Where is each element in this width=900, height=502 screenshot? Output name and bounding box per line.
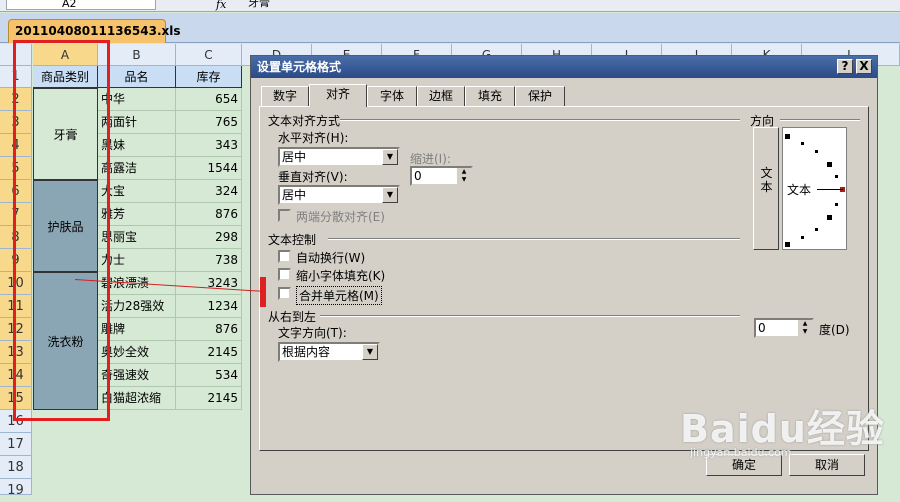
dial-marker: [827, 215, 832, 220]
item-stock-cell[interactable]: 3243: [176, 272, 242, 295]
section-text-control: 文本控制: [268, 233, 317, 247]
name-box[interactable]: A2: [6, 0, 156, 10]
dial-marker: [815, 228, 818, 231]
item-stock-cell[interactable]: 876: [176, 203, 242, 226]
tab-font[interactable]: 字体: [367, 86, 417, 106]
vertical-align-select[interactable]: 居中 ▼: [278, 185, 400, 205]
annotation-highlight-merge: [260, 277, 266, 307]
help-button[interactable]: ?: [837, 59, 853, 74]
row-header-17[interactable]: 17: [0, 433, 32, 456]
dial-marker: [801, 236, 804, 239]
workbook-tab-strip: 20110408011136543.xls: [0, 13, 900, 43]
tab-alignment[interactable]: 对齐: [309, 84, 367, 107]
merge-cells-checkbox[interactable]: [278, 287, 291, 300]
item-stock-cell[interactable]: 1234: [176, 295, 242, 318]
chevron-down-icon[interactable]: ▼: [382, 187, 398, 203]
indent-label: 缩进(I):: [410, 152, 451, 166]
item-stock-cell[interactable]: 738: [176, 249, 242, 272]
vertical-text-button[interactable]: 文本: [753, 127, 779, 250]
indent-value: 0: [414, 169, 422, 183]
cancel-button[interactable]: 取消: [789, 454, 865, 476]
watermark-brand: Baidu经验: [680, 407, 885, 451]
watermark-url: jingyan.baidu.com: [690, 446, 792, 459]
item-stock-cell[interactable]: 654: [176, 88, 242, 111]
row-header-19[interactable]: 19: [0, 479, 32, 498]
tab-fill[interactable]: 填充: [465, 86, 515, 106]
dial-needle: [817, 189, 843, 190]
section-rtl: 从右到左: [268, 310, 317, 324]
close-button[interactable]: X: [856, 59, 872, 74]
header-cell-stock[interactable]: 库存: [176, 66, 242, 88]
spinner-arrows-icon[interactable]: ▲ ▼: [457, 168, 471, 184]
item-stock-cell[interactable]: 1544: [176, 157, 242, 180]
tab-protection[interactable]: 保护: [515, 86, 565, 106]
dial-marker: [827, 162, 832, 167]
fx-icon[interactable]: fx: [216, 0, 226, 11]
item-stock-cell[interactable]: 765: [176, 111, 242, 134]
orientation-control: 文本 文本: [752, 112, 852, 262]
section-text-alignment: 文本对齐方式: [268, 114, 341, 128]
distributed-label: 两端分散对齐(E): [296, 210, 385, 224]
indent-spinner[interactable]: 0 ▲ ▼: [410, 166, 473, 186]
text-direction-value: 根据内容: [282, 345, 331, 359]
dial-marker: [815, 150, 818, 153]
spinner-arrows-icon[interactable]: ▲ ▼: [798, 320, 812, 336]
tab-number[interactable]: 数字: [261, 86, 309, 106]
text-direction-label: 文字方向(T):: [278, 326, 347, 340]
horizontal-align-value: 居中: [282, 150, 307, 164]
divider: [340, 119, 740, 121]
vertical-align-value: 居中: [282, 188, 307, 202]
item-stock-cell[interactable]: 2145: [176, 341, 242, 364]
chevron-down-icon[interactable]: ▼: [362, 344, 378, 360]
tab-border[interactable]: 边框: [417, 86, 465, 106]
wrap-text-label: 自动换行(W): [296, 251, 366, 265]
item-stock-cell[interactable]: 343: [176, 134, 242, 157]
horizontal-align-select[interactable]: 居中 ▼: [278, 147, 400, 167]
item-stock-cell[interactable]: 298: [176, 226, 242, 249]
text-direction-select[interactable]: 根据内容 ▼: [278, 342, 380, 362]
dialog-title: 设置单元格格式: [257, 60, 342, 74]
item-stock-cell[interactable]: 324: [176, 180, 242, 203]
column-header-c[interactable]: C: [176, 44, 242, 66]
dialog-titlebar[interactable]: 设置单元格格式 ? X: [251, 56, 877, 78]
degrees-value: 0: [758, 321, 766, 335]
item-stock-cell[interactable]: 534: [176, 364, 242, 387]
annotation-highlight-column-a: [13, 40, 110, 421]
dial-marker: [785, 134, 790, 139]
horizontal-align-label: 水平对齐(H):: [278, 131, 349, 145]
orientation-dial[interactable]: 文本: [782, 127, 847, 250]
chevron-down-icon[interactable]: ▼: [382, 149, 398, 165]
dial-marker: [835, 203, 838, 206]
formula-bar: A2 fx 牙膏: [0, 0, 900, 12]
degrees-label: 度(D): [819, 323, 850, 337]
item-stock-cell[interactable]: 876: [176, 318, 242, 341]
merge-cells-label[interactable]: 合并单元格(M): [296, 286, 382, 305]
shrink-to-fit-checkbox[interactable]: [278, 268, 291, 281]
divider: [328, 238, 740, 240]
vertical-text-label: 文本: [760, 166, 773, 194]
distributed-checkbox[interactable]: [278, 209, 291, 222]
formula-content[interactable]: 牙膏: [248, 0, 270, 9]
dial-text-label: 文本: [787, 183, 812, 197]
shrink-to-fit-label: 缩小字体填充(K): [296, 269, 386, 283]
degrees-spinner[interactable]: 0 ▲ ▼: [754, 318, 814, 338]
dial-marker: [801, 142, 804, 145]
dial-marker: [785, 242, 790, 247]
baidu-watermark-logo: Baidu经验 jingyan.baidu.com: [680, 398, 885, 459]
wrap-text-checkbox[interactable]: [278, 250, 291, 263]
vertical-align-label: 垂直对齐(V):: [278, 170, 348, 184]
row-header-18[interactable]: 18: [0, 456, 32, 479]
divider: [320, 315, 740, 317]
item-stock-cell[interactable]: 2145: [176, 387, 242, 410]
cell-reference: A2: [62, 0, 77, 10]
dial-marker: [835, 175, 838, 178]
